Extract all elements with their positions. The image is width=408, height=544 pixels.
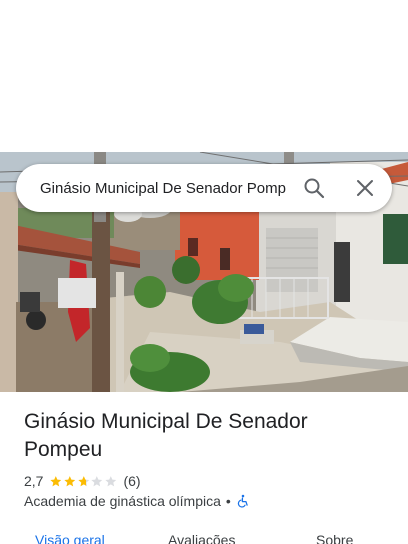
separator-dot: • (225, 493, 231, 509)
tab-bar: Visão geral Avaliações Sobre (0, 530, 408, 544)
tab-about[interactable]: Sobre (316, 532, 353, 544)
star-icon (105, 475, 117, 486)
category-row: Academia de ginástica olímpica • (24, 492, 250, 510)
close-button[interactable] (349, 172, 381, 204)
star-icon (64, 475, 76, 486)
rating-row[interactable]: 2,7 (6) (24, 472, 141, 490)
place-category: Academia de ginástica olímpica (24, 493, 221, 509)
wheelchair-icon (237, 494, 248, 508)
search-input[interactable]: Ginásio Municipal De Senador Pomp (40, 178, 288, 200)
top-blank-area (0, 0, 408, 152)
tab-overview[interactable]: Visão geral (35, 532, 105, 544)
review-count[interactable]: (6) (123, 473, 140, 489)
search-button[interactable] (298, 172, 330, 204)
star-icon (78, 475, 89, 486)
search-icon (304, 178, 325, 199)
search-bar[interactable]: Ginásio Municipal De Senador Pomp (16, 164, 392, 212)
place-title: Ginásio Municipal De Senador Pompeu (24, 410, 308, 461)
close-icon (357, 180, 373, 196)
rating-value: 2,7 (24, 473, 44, 489)
tab-reviews[interactable]: Avaliações (168, 532, 235, 544)
star-icon (91, 475, 103, 486)
rating-stars (49, 475, 117, 488)
star-icon (50, 475, 62, 486)
